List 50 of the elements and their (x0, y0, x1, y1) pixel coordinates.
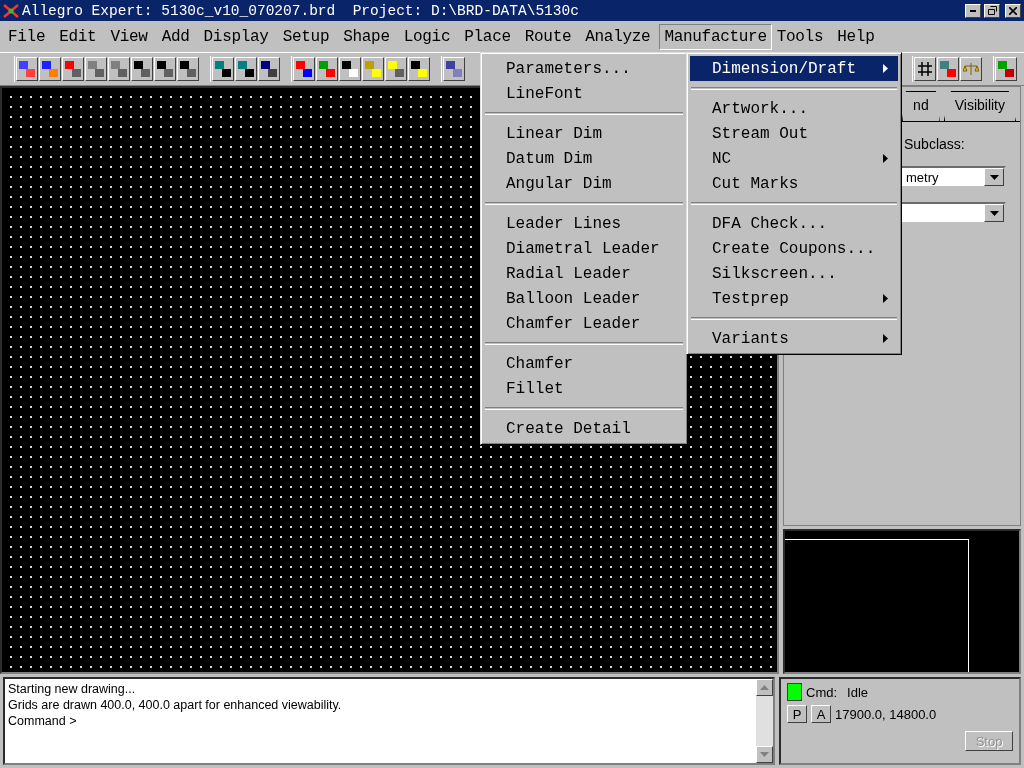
menu-bar-item[interactable]: Help (832, 23, 880, 50)
menu-item[interactable]: Silkscreen... (690, 261, 898, 286)
menu-item[interactable]: Testprep (690, 286, 898, 311)
menu-item[interactable]: Diametral Leader (484, 236, 684, 261)
console-line: Command > (8, 713, 78, 729)
panel-tab[interactable]: nd (902, 91, 940, 121)
menu-item[interactable]: Create Detail (484, 416, 684, 441)
menu-bar-item[interactable]: Logic (398, 23, 456, 50)
menu-bar-item[interactable]: Analyze (580, 23, 656, 50)
menu-item[interactable]: Radial Leader (484, 261, 684, 286)
menu-item[interactable]: Fillet (484, 376, 684, 401)
menu-item[interactable]: Parameters... (484, 56, 684, 81)
menu-item[interactable]: Artwork... (690, 96, 898, 121)
menu-bar-item[interactable]: Route (519, 23, 577, 50)
menu-item[interactable]: Datum Dim (484, 146, 684, 171)
menu-item[interactable]: Chamfer Leader (484, 311, 684, 336)
menu-bar-item[interactable]: Manufacture (659, 23, 772, 50)
menu-item[interactable]: Dimension/Draft (690, 56, 898, 81)
menu-bar-item[interactable]: Setup (277, 23, 335, 50)
menu-item[interactable]: LineFont (484, 81, 684, 106)
menu-item[interactable]: Variants (690, 326, 898, 351)
menu-item[interactable]: Stream Out (690, 121, 898, 146)
coordinates: 17900.0, 14800.0 (835, 706, 937, 722)
mode-button[interactable]: P (787, 705, 807, 723)
menu-item[interactable]: Linear Dim (484, 121, 684, 146)
window-title: Allegro Expert: 5130c_v10_070207.brd Project: D:\BRD-DATA\5130c (22, 2, 580, 19)
console-line: Starting new drawing... (8, 681, 137, 697)
menu-item[interactable]: Angular Dim (484, 171, 684, 196)
command-console[interactable]: Starting new drawing... Grids are drawn 400.0, 400.0 apart for enhanced viewability. Command > (3, 677, 775, 765)
mode-button[interactable]: A (811, 705, 831, 723)
menu-item[interactable]: Balloon Leader (484, 286, 684, 311)
menu-item[interactable]: DFA Check... (690, 211, 898, 236)
menu-item[interactable]: Chamfer (484, 351, 684, 376)
menu-bar-item[interactable]: Place (459, 23, 516, 50)
menu-bar-item[interactable]: Add (156, 23, 195, 50)
status-value: Idle (847, 684, 869, 700)
menu-bar-item[interactable]: Shape (338, 23, 395, 50)
menu-bar-item[interactable]: File (3, 23, 51, 50)
menu-item[interactable]: Create Coupons... (690, 236, 898, 261)
console-line: Grids are drawn 400.0, 400.0 apart for enhanced viewability. (8, 697, 343, 713)
menu-item[interactable]: Cut Marks (690, 171, 898, 196)
menu-bar-item[interactable]: Tools (771, 23, 829, 50)
status-label: Cmd: (806, 684, 838, 700)
menu-bar-item[interactable]: Edit (54, 23, 102, 50)
menu-item[interactable]: Leader Lines (484, 211, 684, 236)
menu-item[interactable]: NC (690, 146, 898, 171)
subclass-label: Subclass: (904, 136, 965, 152)
menu-bar-item[interactable]: View (105, 23, 153, 50)
panel-tab[interactable]: Visibility (943, 91, 1016, 121)
menu-bar-item[interactable]: Display (198, 23, 274, 50)
